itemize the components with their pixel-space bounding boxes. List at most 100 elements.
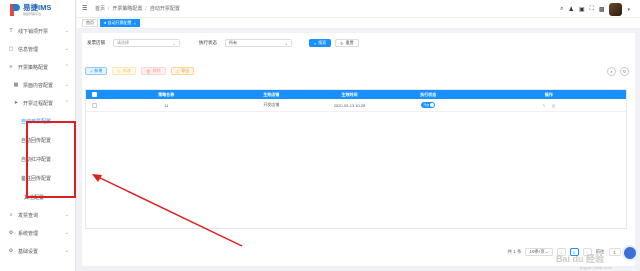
close-icon[interactable]: ×	[134, 21, 136, 26]
tab-label: 首页	[86, 20, 94, 25]
watermark: Bai du 经验	[555, 254, 604, 264]
search-icon: ⌕	[9, 212, 13, 218]
add-button-label: 新增	[94, 68, 103, 73]
sidebar-item-info-management[interactable]: ▢ 信息管理 ⌄	[0, 40, 75, 58]
app: 易捷IMS 易捷开票平台 T 线下销项开票 ⌄ ▢ 信息管理 ⌄ ≡ 开票策略配…	[0, 0, 640, 271]
search-toggle-icon[interactable]: ⌕	[607, 67, 616, 76]
tab-auto-invoice[interactable]: ● 自动开票配置 ×	[100, 19, 140, 27]
edit-button[interactable]: ✎ 修改	[112, 67, 136, 75]
edit-row-icon[interactable]: ✎	[542, 103, 545, 108]
row-checkbox[interactable]	[92, 102, 98, 108]
page-size-select[interactable]: 10条/页 ⌄	[525, 248, 553, 256]
sidebar-item-label: 基础设置	[18, 248, 39, 255]
sidebar-item-content-config[interactable]: ▦ 票面内容配置 ⌄	[0, 76, 75, 94]
refresh-icon: ↻	[340, 40, 344, 46]
chevron-down-icon: ⌄	[64, 230, 69, 236]
select-all-checkbox[interactable]	[92, 92, 98, 97]
text-icon: T	[9, 28, 13, 34]
tab-label: ● 自动开票配置	[104, 20, 132, 25]
breadcrumb-strategy[interactable]: 开票策略配置	[112, 5, 142, 12]
add-button[interactable]: + 新增	[85, 67, 108, 75]
store-select-placeholder: 请选择	[117, 40, 129, 45]
delete-row-icon[interactable]: ▤	[552, 103, 556, 108]
refresh-icon[interactable]: ↻	[620, 67, 629, 76]
annotation-box	[26, 121, 76, 198]
status-toggle[interactable]: 开启	[421, 102, 436, 108]
export-button-label: 导出	[181, 68, 190, 73]
breadcrumb: 首页 / 开票策略配置 / 自动开票配置	[95, 5, 180, 13]
box-icon: ▢	[8, 46, 14, 52]
help-bubble-icon[interactable]	[624, 247, 636, 259]
col-header-actions: 操作	[544, 91, 553, 97]
chevron-down-icon: ⌄	[64, 46, 69, 52]
status-select-value: 所有	[229, 40, 237, 45]
reset-button-label: 重置	[345, 40, 354, 45]
col-header-status: 执行状态	[420, 91, 437, 97]
table-row[interactable]: 11 开发店铺 2020-03-13 10:28 开启 ✎ ▤	[86, 99, 626, 112]
delete-button[interactable]: 🗑 删除	[140, 67, 166, 75]
fullscreen-icon[interactable]: ⛶	[590, 6, 594, 13]
chevron-down-icon: ⌄	[64, 212, 69, 218]
menu-toggle-icon[interactable]: ☰	[82, 5, 90, 12]
sidebar-item-label: 开票过程配置	[23, 100, 54, 107]
sidebar-item-basic-settings[interactable]: ⚙ 基础设置 ⌄	[0, 242, 75, 260]
reset-button[interactable]: ↻ 重置	[335, 39, 359, 47]
user-icon[interactable]: ♟	[569, 6, 574, 13]
action-bar: + 新增 ✎ 修改 🗑 删除 ⇩ 导出	[85, 67, 195, 75]
edit-button-label: 修改	[122, 68, 131, 73]
col-header-name: 策略名称	[158, 91, 175, 97]
tab-bar: 首页 ● 自动开票配置 ×	[77, 18, 640, 29]
sidebar-item-label: 线下销项开票	[18, 28, 49, 35]
status-select[interactable]: 所有 ⌄	[225, 39, 292, 47]
tab-home[interactable]: 首页	[82, 19, 98, 27]
pagination-total: 共 1 条	[507, 249, 522, 254]
chevron-down-icon[interactable]: ▾	[627, 7, 630, 13]
chevron-down-icon: ⌄	[284, 40, 288, 46]
filter-bar: 发票店铺 请选择 ⌄ 执行状态 所有 ⌄ ⌕ 搜索 ↻ 重置	[82, 39, 359, 47]
screenshot-icon[interactable]: ▩	[599, 6, 605, 13]
chevron-down-icon: ⌄	[64, 28, 69, 34]
sidebar-item-label: 信息管理	[18, 46, 39, 53]
logo-mark	[10, 4, 20, 16]
sidebar-item-label: 票面内容配置	[23, 82, 54, 89]
search-icon[interactable]: ⌕	[560, 6, 563, 13]
sidebar-item-strategy-config[interactable]: ≡ 开票策略配置 ⌃	[0, 58, 75, 76]
col-header-store: 生效店铺	[263, 91, 280, 97]
breadcrumb-current: 自动开票配置	[149, 6, 180, 12]
chevron-up-icon: ⌃	[64, 64, 69, 70]
sidebar-item-offline-invoicing[interactable]: T 线下销项开票 ⌄	[0, 22, 75, 40]
grid-icon: ▦	[13, 82, 19, 88]
avatar[interactable]	[609, 3, 623, 16]
status-filter-label: 执行状态	[199, 40, 217, 45]
logo-title: 易捷IMS	[23, 3, 52, 13]
sidebar-item-invoice-query[interactable]: ⌕ 发票查询 ⌄	[0, 206, 75, 224]
chevron-down-icon: ⌄	[172, 40, 176, 46]
search-button-label: 搜索	[318, 40, 327, 45]
gear-icon: ⚙	[8, 230, 14, 236]
goto-input[interactable]: 1	[608, 248, 621, 256]
sidebar-item-system-management[interactable]: ⚙ 系统管理 ⌄	[0, 224, 75, 242]
sidebar-item-process-config[interactable]: ➤ 开票过程配置 ⌃	[0, 94, 75, 112]
sidebar-item-label: 开票策略配置	[18, 64, 49, 71]
chevron-down-icon: ⌄	[544, 249, 549, 254]
cell-time: 2020-03-13 10:28	[333, 102, 366, 108]
search-button[interactable]: ⌕ 搜索	[309, 39, 332, 47]
main-panel: 发票店铺 请选择 ⌄ 执行状态 所有 ⌄ ⌕ 搜索 ↻ 重置 + 新增 ✎ 修改 🗑…	[82, 33, 635, 266]
search-icon: ⌕	[314, 40, 317, 46]
store-select[interactable]: 请选择 ⌄	[113, 39, 180, 47]
send-icon: ➤	[13, 100, 19, 106]
message-icon[interactable]: ▣	[579, 6, 585, 13]
strategy-table: 策略名称 生效店铺 生效时间 执行状态 操作 11 开发店铺 2020-03-1…	[85, 89, 627, 229]
logo-subtitle: 易捷开票平台	[23, 11, 42, 16]
export-button[interactable]: ⇩ 导出	[170, 67, 195, 75]
sidebar-item-label: 发票查询	[18, 212, 39, 219]
header-tools: ⌕ ♟ ▣ ⛶ ▩ ▾	[560, 3, 630, 16]
delete-button-label: 删除	[152, 68, 161, 73]
chevron-up-icon: ⌃	[64, 100, 69, 106]
cell-name: 11	[164, 102, 169, 108]
page-size-value: 10条/页	[529, 249, 545, 254]
list-icon: ≡	[9, 64, 13, 70]
breadcrumb-home[interactable]: 首页	[95, 5, 105, 12]
top-header: ☰ 首页 / 开票策略配置 / 自动开票配置 ⌕ ♟ ▣ ⛶ ▩ ▾	[77, 0, 640, 18]
table-tools: ⌕ ↻	[607, 67, 629, 76]
